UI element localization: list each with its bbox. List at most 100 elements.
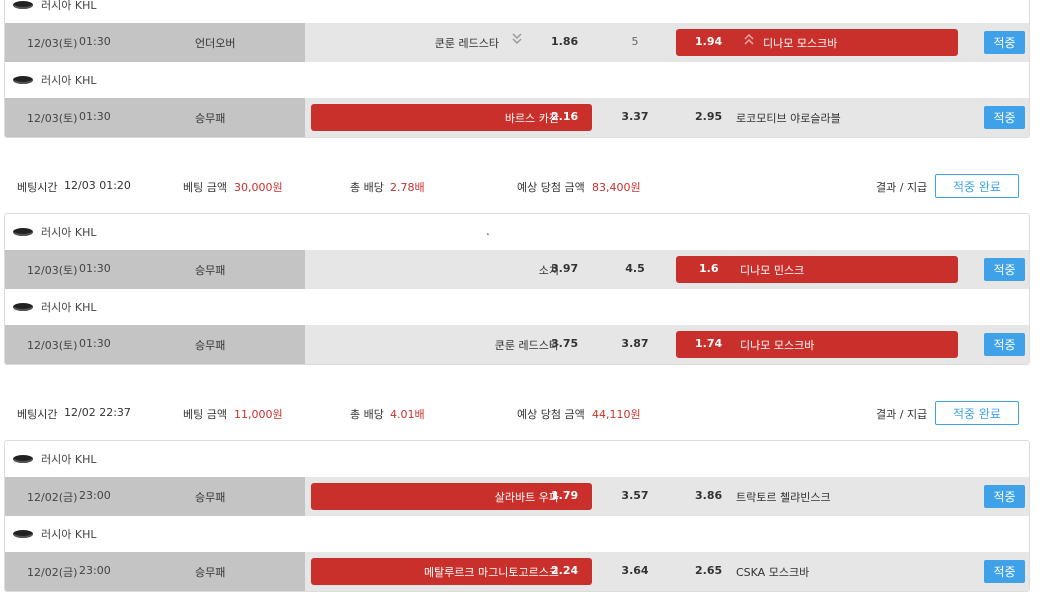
league-name: 러시아 KHL: [41, 453, 97, 466]
bet-slip-card: 러시아 KHL 12/02(금) 23:00 승무패 살라바트 우파 1.79 …: [4, 440, 1030, 592]
home-odds: 2.16: [551, 110, 579, 123]
total-odds: 2.78배: [390, 181, 425, 194]
game-time: 23:00: [79, 489, 111, 502]
game-date: 12/03(토): [27, 264, 78, 277]
league-header: 러시아 KHL: [5, 441, 1029, 477]
expected-win-label: 예상 당첨 금액: [517, 181, 585, 194]
hit-complete-button[interactable]: 적중 완료: [935, 174, 1019, 198]
game-time: 01:30: [79, 110, 111, 123]
game-time: 01:30: [79, 35, 111, 48]
home-team-name: 쿤룬 레드스타: [494, 339, 559, 352]
total-odds: 4.01배: [390, 408, 425, 421]
bet-slip-card: 러시아 KHL . 12/03(토) 01:30 승무패 소치 3.97 4.5…: [4, 213, 1030, 365]
home-odds: 1.86: [551, 35, 579, 48]
hockey-puck-icon: [13, 530, 33, 538]
game-date: 12/03(토): [27, 112, 78, 125]
away-odds: 1.74: [695, 337, 723, 350]
bet-time-label: 베팅시간: [17, 408, 58, 421]
bet-type: 승무패: [195, 112, 226, 125]
bet-amount-label: 베팅 금액: [183, 408, 227, 421]
hit-status-button[interactable]: 적중: [984, 258, 1025, 281]
hit-status-button[interactable]: 적중: [984, 485, 1025, 508]
bet-type: 언더오버: [195, 37, 236, 50]
hit-status-button[interactable]: 적중: [984, 333, 1025, 356]
league-header: 러시아 KHL: [5, 62, 1029, 98]
total-odds-label: 총 배당: [350, 408, 384, 421]
game-time: 01:30: [79, 337, 111, 350]
hockey-puck-icon: [13, 455, 33, 463]
bet-type: 승무패: [195, 491, 226, 504]
game-date: 12/03(토): [27, 37, 78, 50]
game-row: 12/03(토) 01:30 승무패 소치 3.97 4.5 1.6 디나모 민…: [5, 250, 1029, 289]
game-date: 12/02(금): [27, 491, 78, 504]
hit-status-button[interactable]: 적중: [984, 560, 1025, 583]
home-team-name: 살라바트 우파: [494, 491, 559, 504]
game-row: 12/03(토) 01:30 언더오버 쿤룬 레드스타 1.86 5 1.94 …: [5, 23, 1029, 62]
away-odds: 1.94: [695, 35, 723, 48]
league-header: 러시아 KHL: [5, 0, 1029, 23]
hockey-puck-icon: [13, 228, 33, 236]
result-label: 결과 / 지급: [876, 408, 928, 421]
away-odds: 1.6: [699, 262, 719, 275]
away-odds: 3.86: [695, 489, 723, 502]
home-odds: 3.75: [551, 337, 579, 350]
bet-time-label: 베팅시간: [17, 181, 58, 194]
bet-amount: 11,000원: [234, 408, 283, 421]
away-team-name: 디나모 모스크바: [740, 339, 815, 352]
draw-odds: 4.5: [625, 262, 645, 275]
league-name: 러시아 KHL: [41, 301, 97, 314]
game-date: 12/02(금): [27, 566, 78, 579]
home-team-name: 메탈루르크 마그니토고르스크: [423, 566, 559, 579]
total-odds-label: 총 배당: [350, 181, 384, 194]
expected-win-label: 예상 당첨 금액: [517, 408, 585, 421]
away-odds: 2.95: [695, 110, 723, 123]
hit-complete-button[interactable]: 적중 완료: [935, 401, 1019, 425]
hit-status-button[interactable]: 적중: [984, 106, 1025, 129]
stray-dot: .: [486, 224, 490, 238]
away-team-name: 트락토르 첼랴빈스크: [736, 491, 831, 504]
hockey-puck-icon: [13, 303, 33, 311]
draw-odds: 3.37: [621, 110, 649, 123]
bet-slip-card: 러시아 KHL 12/03(토) 01:30 언더오버 쿤룬 레드스타 1.86…: [4, 0, 1030, 138]
game-row: 12/03(토) 01:30 승무패 바르스 카잔 2.16 3.37 2.95…: [5, 98, 1029, 137]
league-name: 러시아 KHL: [41, 226, 97, 239]
game-row: 12/02(금) 23:00 승무패 살라바트 우파 1.79 3.57 3.8…: [5, 477, 1029, 516]
draw-odds: 3.64: [621, 564, 649, 577]
away-team-name: 디나모 민스크: [740, 264, 805, 277]
bet-type: 승무패: [195, 339, 226, 352]
game-row: 12/03(토) 01:30 승무패 쿤룬 레드스타 3.75 3.87 1.7…: [5, 325, 1029, 364]
home-odds: 2.24: [551, 564, 579, 577]
away-odds: 2.65: [695, 564, 723, 577]
league-header: 러시아 KHL: [5, 516, 1029, 552]
expected-win: 44,110원: [592, 408, 641, 421]
home-odds: 3.97: [551, 262, 579, 275]
league-name: 러시아 KHL: [41, 74, 97, 87]
draw-odds: 3.87: [621, 337, 649, 350]
game-time: 23:00: [79, 564, 111, 577]
game-row: 12/02(금) 23:00 승무패 메탈루르크 마그니토고르스크 2.24 3…: [5, 552, 1029, 591]
bet-time: 12/03 01:20: [64, 179, 131, 192]
expected-win: 83,400원: [592, 181, 641, 194]
game-date: 12/03(토): [27, 339, 78, 352]
league-name: 러시아 KHL: [41, 528, 97, 541]
bet-amount-label: 베팅 금액: [183, 181, 227, 194]
away-team-name: 로코모티브 야로슬라블: [736, 112, 841, 125]
result-label: 결과 / 지급: [876, 181, 928, 194]
hockey-puck-icon: [13, 76, 33, 84]
home-team-name: 쿤룬 레드스타: [434, 37, 499, 50]
bet-summary: 베팅시간 12/02 22:37 베팅 금액 11,000원 총 배당 4.01…: [0, 401, 1050, 425]
bet-type: 승무패: [195, 566, 226, 579]
home-odds: 1.79: [551, 489, 579, 502]
chevron-double-up-icon: [743, 32, 755, 49]
game-time: 01:30: [79, 262, 111, 275]
away-team-name: 디나모 모스크바: [763, 37, 838, 50]
league-header: 러시아 KHL .: [5, 214, 1029, 250]
hockey-puck-icon: [13, 1, 33, 9]
bet-amount: 30,000원: [234, 181, 283, 194]
hit-status-button[interactable]: 적중: [984, 31, 1025, 54]
draw-odds: 3.57: [621, 489, 649, 502]
away-team-name: CSKA 모스크바: [736, 566, 810, 579]
bet-summary: 베팅시간 12/03 01:20 베팅 금액 30,000원 총 배당 2.78…: [0, 174, 1050, 198]
chevron-double-down-icon: [511, 32, 523, 49]
bet-type: 승무패: [195, 264, 226, 277]
